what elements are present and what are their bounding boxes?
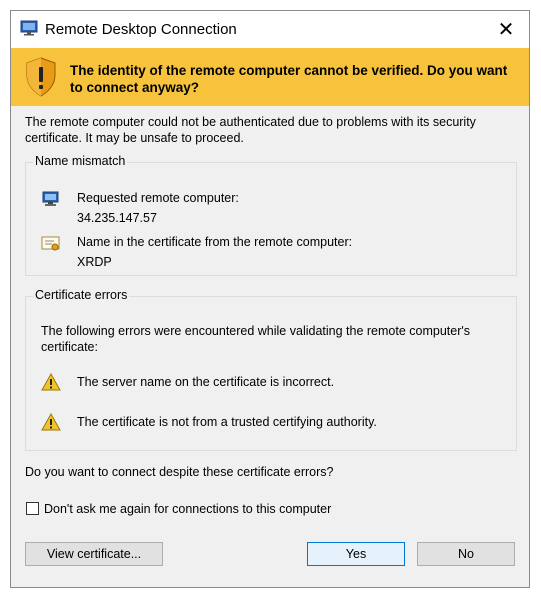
yes-button[interactable]: Yes <box>307 542 405 566</box>
certificate-errors-group: Certificate errors The following errors … <box>25 288 517 451</box>
rdp-monitor-icon <box>20 20 38 36</box>
name-mismatch-group: Name mismatch Requested remote computer:… <box>25 154 517 276</box>
dont-ask-checkbox[interactable] <box>26 502 39 515</box>
shield-warning-icon <box>26 57 56 97</box>
group-title: Certificate errors <box>33 288 130 302</box>
dont-ask-label[interactable]: Don't ask me again for connections to th… <box>44 502 331 516</box>
cert-name-value: XRDP <box>77 255 112 269</box>
warning-icon <box>41 373 61 391</box>
warning-icon <box>41 413 61 431</box>
title-bar[interactable]: Remote Desktop Connection ✕ <box>11 11 529 48</box>
close-button[interactable]: ✕ <box>483 11 529 48</box>
warning-banner: The identity of the remote computer cann… <box>11 48 529 106</box>
close-icon: ✕ <box>497 19 515 41</box>
cert-name-label: Name in the certificate from the remote … <box>77 235 353 249</box>
errors-description: The following errors were encountered wh… <box>41 324 470 354</box>
banner-message: The identity of the remote computer cann… <box>70 63 508 95</box>
no-button[interactable]: No <box>417 542 515 566</box>
error-item: The server name on the certificate is in… <box>77 375 335 389</box>
computer-icon <box>42 191 59 206</box>
group-title: Name mismatch <box>33 154 128 168</box>
error-item: The certificate is not from a trusted ce… <box>77 415 377 429</box>
certificate-icon <box>41 236 60 251</box>
window-title: Remote Desktop Connection <box>45 21 237 38</box>
requested-computer-label: Requested remote computer: <box>77 191 239 205</box>
intro-text: The remote computer could not be authent… <box>25 115 476 145</box>
rdp-certificate-dialog: Remote Desktop Connection ✕ The identity… <box>10 10 530 588</box>
connect-question: Do you want to connect despite these cer… <box>25 465 334 479</box>
view-certificate-button[interactable]: View certificate... <box>25 542 163 566</box>
requested-computer-value: 34.235.147.57 <box>77 211 157 225</box>
